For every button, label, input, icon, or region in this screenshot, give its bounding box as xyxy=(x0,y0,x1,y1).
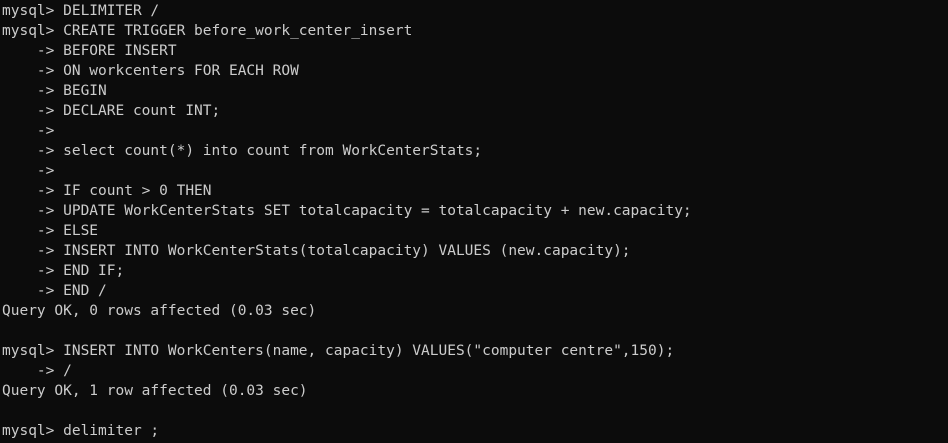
terminal-line: -> BEGIN xyxy=(2,83,107,99)
terminal-line: -> DECLARE count INT; xyxy=(2,103,221,119)
terminal-line: -> xyxy=(2,123,55,139)
terminal-line: -> INSERT INTO WorkCenterStats(totalcapa… xyxy=(2,243,631,259)
terminal-line: -> ELSE xyxy=(2,223,99,239)
terminal-line: -> select count(*) into count from WorkC… xyxy=(2,143,483,159)
current-prompt-line[interactable]: mysql> delimiter ; xyxy=(2,421,948,441)
terminal-line: mysql> DELIMITER / xyxy=(2,3,160,19)
terminal-line: -> END IF; xyxy=(2,263,125,279)
terminal-line: -> IF count > 0 THEN xyxy=(2,183,212,199)
terminal-line: -> BEFORE INSERT xyxy=(2,43,177,59)
terminal-window[interactable]: mysql> DELIMITER / mysql> CREATE TRIGGER… xyxy=(0,0,948,443)
terminal-line: -> / xyxy=(2,363,72,379)
terminal-line: -> xyxy=(2,163,55,179)
terminal-line: -> UPDATE WorkCenterStats SET totalcapac… xyxy=(2,203,692,219)
terminal-line: -> END / xyxy=(2,283,107,299)
terminal-line: -> ON workcenters FOR EACH ROW xyxy=(2,63,299,79)
terminal-line: mysql> CREATE TRIGGER before_work_center… xyxy=(2,23,413,39)
query-result-line: Query OK, 0 rows affected (0.03 sec) xyxy=(2,303,317,319)
terminal-line: mysql> INSERT INTO WorkCenters(name, cap… xyxy=(2,343,675,359)
query-result-line: Query OK, 1 row affected (0.03 sec) xyxy=(2,383,308,399)
